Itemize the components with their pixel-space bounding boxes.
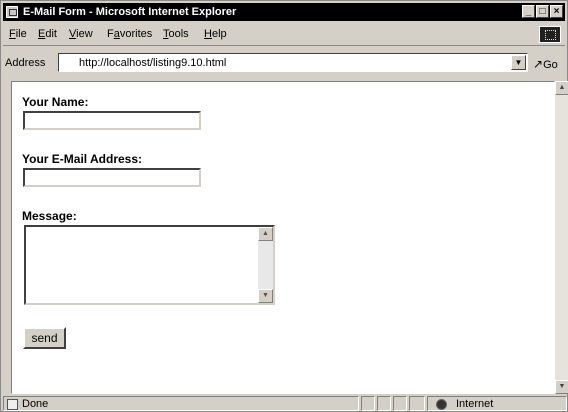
address-dropdown-icon[interactable]: ▼ — [511, 55, 526, 70]
address-url: http://localhost/listing9.10.html — [79, 57, 227, 69]
name-input[interactable] — [23, 111, 201, 130]
email-label: Your E-Mail Address: — [22, 152, 143, 166]
menu-edit[interactable]: Edit — [38, 28, 57, 40]
status-panel — [377, 396, 391, 411]
address-label: Address — [5, 57, 46, 69]
menu-favorites[interactable]: Favorites — [107, 28, 152, 40]
minimize-button[interactable]: _ — [522, 5, 535, 18]
menu-bar: File Edit View Favorites Tools Help — [3, 23, 565, 46]
scroll-down-icon[interactable]: ▼ — [555, 380, 568, 394]
message-textarea[interactable]: ▲ ▼ — [24, 225, 275, 305]
name-label: Your Name: — [22, 95, 89, 109]
status-panel — [409, 396, 425, 411]
menu-help[interactable]: Help — [204, 28, 227, 40]
status-bar: Done Internet — [3, 396, 567, 412]
window-controls: _ □ × — [522, 5, 563, 18]
message-scrollbar[interactable]: ▲ ▼ — [258, 227, 273, 303]
maximize-button[interactable]: □ — [536, 5, 549, 18]
ie-app-icon — [6, 6, 18, 18]
send-button[interactable]: send — [23, 327, 66, 349]
status-panel — [361, 396, 375, 411]
page-done-icon — [7, 399, 18, 410]
go-arrow-icon: ↗ — [533, 57, 544, 71]
close-button[interactable]: × — [550, 5, 563, 18]
page-content: Your Name: Your E-Mail Address: Message:… — [11, 81, 555, 394]
scroll-up-icon[interactable]: ▲ — [258, 227, 273, 241]
title-bar: E-Mail Form - Microsoft Internet Explore… — [3, 3, 565, 21]
status-main-panel: Done — [3, 396, 359, 411]
email-input[interactable] — [23, 168, 201, 187]
address-input[interactable]: http://localhost/listing9.10.html ▼ — [58, 53, 528, 72]
zone-text: Internet — [456, 398, 494, 410]
go-button[interactable]: ↗Go — [533, 57, 558, 71]
menu-view[interactable]: View — [69, 28, 93, 40]
security-zone-panel: Internet — [427, 396, 567, 411]
browser-window: E-Mail Form - Microsoft Internet Explore… — [0, 0, 568, 412]
window-title: E-Mail Form - Microsoft Internet Explore… — [23, 6, 237, 18]
windows-logo-icon — [539, 26, 561, 43]
message-label: Message: — [22, 209, 77, 223]
status-text: Done — [22, 398, 49, 410]
scroll-up-icon[interactable]: ▲ — [555, 81, 568, 95]
scroll-down-icon[interactable]: ▼ — [258, 289, 273, 303]
globe-icon — [436, 399, 447, 410]
menu-file[interactable]: File — [9, 28, 27, 40]
address-bar: Address http://localhost/listing9.10.htm… — [3, 49, 565, 77]
status-panel — [393, 396, 407, 411]
menu-tools[interactable]: Tools — [163, 28, 189, 40]
page-scrollbar[interactable]: ▲ ▼ — [555, 81, 568, 394]
